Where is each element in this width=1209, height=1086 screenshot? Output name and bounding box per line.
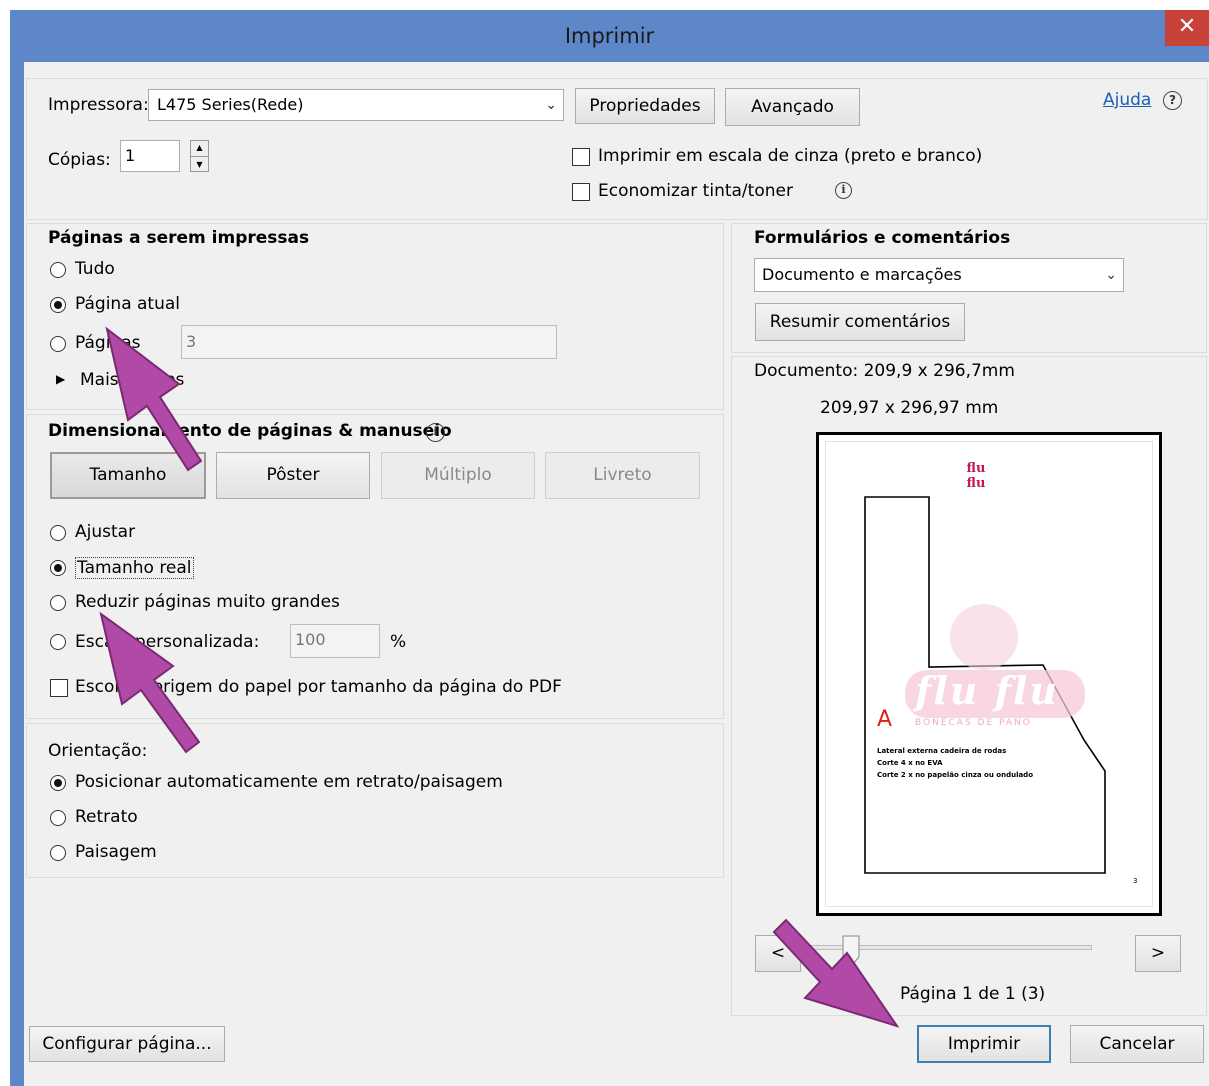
page-setup-button[interactable]: Configurar página... <box>29 1026 225 1062</box>
radio-all[interactable] <box>50 262 66 278</box>
summarize-comments-button[interactable]: Resumir comentários <box>755 303 965 341</box>
tab-size[interactable]: Tamanho <box>50 452 206 499</box>
radio-current-page[interactable] <box>50 297 66 313</box>
fit-label: Ajustar <box>75 522 136 542</box>
properties-button[interactable]: Propriedades <box>575 88 715 124</box>
landscape-label: Paisagem <box>75 842 157 862</box>
page-preview: flu flu flu flu BONECAS DE PANO A Latera… <box>816 432 1162 916</box>
current-page-label: Página atual <box>75 294 181 314</box>
printer-label: Impressora: <box>48 95 149 115</box>
grayscale-checkbox[interactable] <box>572 148 590 166</box>
piece-letter: A <box>877 707 893 732</box>
advanced-button[interactable]: Avançado <box>725 88 860 126</box>
watermark-subtext: BONECAS DE PANO <box>915 718 1032 728</box>
spin-up-icon[interactable]: ▲ <box>191 141 208 157</box>
grayscale-label: Imprimir em escala de cinza (preto e bra… <box>598 146 983 166</box>
radio-auto-orientation[interactable] <box>50 775 66 791</box>
pages-section-title: Páginas a serem impressas <box>48 228 310 248</box>
watermark-text: flu flu <box>915 668 1060 713</box>
forms-dropdown-value: Documento e marcações <box>762 265 962 284</box>
copies-input[interactable]: 1 <box>120 140 180 172</box>
pages-label: Páginas <box>75 333 141 353</box>
paper-source-label: Escolher origem do papel por tamanho da … <box>75 677 562 697</box>
radio-portrait[interactable] <box>50 810 66 826</box>
radio-fit[interactable] <box>50 525 66 541</box>
forms-dropdown[interactable]: Documento e marcações ⌄ <box>754 258 1124 292</box>
page-indicator: Página 1 de 1 (3) <box>900 984 1046 1004</box>
help-icon[interactable]: ? <box>1163 91 1182 110</box>
info-icon[interactable]: i <box>835 182 852 199</box>
sizing-section-title: Dimensionamento de páginas & manuseio <box>48 421 452 441</box>
save-ink-label: Economizar tinta/toner <box>598 181 793 201</box>
pages-input[interactable]: 3 <box>181 325 557 359</box>
preview-page-number: 3 <box>1133 877 1138 885</box>
portrait-label: Retrato <box>75 807 138 827</box>
copies-spinner[interactable]: ▲ ▼ <box>190 140 209 172</box>
radio-landscape[interactable] <box>50 845 66 861</box>
cancel-button[interactable]: Cancelar <box>1070 1025 1204 1063</box>
copies-label: Cópias: <box>48 150 111 170</box>
piece-line: Corte 2 x no papelão cinza ou ondulado <box>877 771 1034 779</box>
expand-triangle-icon[interactable]: ▶ <box>56 372 65 386</box>
print-button[interactable]: Imprimir <box>917 1025 1051 1063</box>
window-title: Imprimir <box>564 24 655 48</box>
window-frame-left <box>10 62 24 1086</box>
help-link[interactable]: Ajuda <box>1103 90 1151 110</box>
percent-label: % <box>390 632 407 652</box>
orientation-title: Orientação: <box>48 741 148 761</box>
tab-booklet[interactable]: Livreto <box>545 452 700 499</box>
tab-multiple[interactable]: Múltiplo <box>381 452 535 499</box>
chevron-down-icon: ⌄ <box>1105 267 1117 283</box>
next-page-button[interactable]: > <box>1135 935 1181 972</box>
more-options-link[interactable]: Mais opções <box>80 370 184 390</box>
custom-scale-input[interactable]: 100 <box>290 624 380 658</box>
radio-custom-scale[interactable] <box>50 634 66 650</box>
radio-actual-size[interactable] <box>50 560 66 576</box>
chevron-down-icon: ⌄ <box>545 97 557 113</box>
all-label: Tudo <box>75 259 115 279</box>
forms-section-title: Formulários e comentários <box>754 228 1011 248</box>
custom-scale-label: Escala personalizada: <box>75 632 260 652</box>
page-slider-thumb[interactable] <box>842 935 860 967</box>
close-button[interactable]: ✕ <box>1165 10 1209 46</box>
shrink-label: Reduzir páginas muito grandes <box>75 592 340 612</box>
radio-pages[interactable] <box>50 336 66 352</box>
actual-size-label: Tamanho real <box>75 557 194 579</box>
piece-instructions: Lateral externa cadeira de rodas Corte 4… <box>877 745 1033 781</box>
tab-poster[interactable]: Pôster <box>216 452 370 499</box>
paper-size-text: 209,97 x 296,97 mm <box>820 398 999 418</box>
save-ink-checkbox[interactable] <box>572 183 590 201</box>
auto-orientation-label: Posicionar automaticamente em retrato/pa… <box>75 772 503 792</box>
document-size-text: Documento: 209,9 x 296,7mm <box>754 361 1015 381</box>
spin-down-icon[interactable]: ▼ <box>191 157 208 172</box>
printer-value: L475 Series(Rede) <box>157 95 304 114</box>
printer-dropdown[interactable]: L475 Series(Rede) ⌄ <box>148 89 564 121</box>
piece-line: Corte 4 x no EVA <box>877 759 943 767</box>
paper-source-checkbox[interactable] <box>50 679 68 697</box>
sizing-info-icon[interactable]: i <box>426 423 445 442</box>
radio-shrink[interactable] <box>50 595 66 611</box>
piece-line: Lateral externa cadeira de rodas <box>877 747 1007 755</box>
prev-page-button[interactable]: < <box>755 935 801 972</box>
